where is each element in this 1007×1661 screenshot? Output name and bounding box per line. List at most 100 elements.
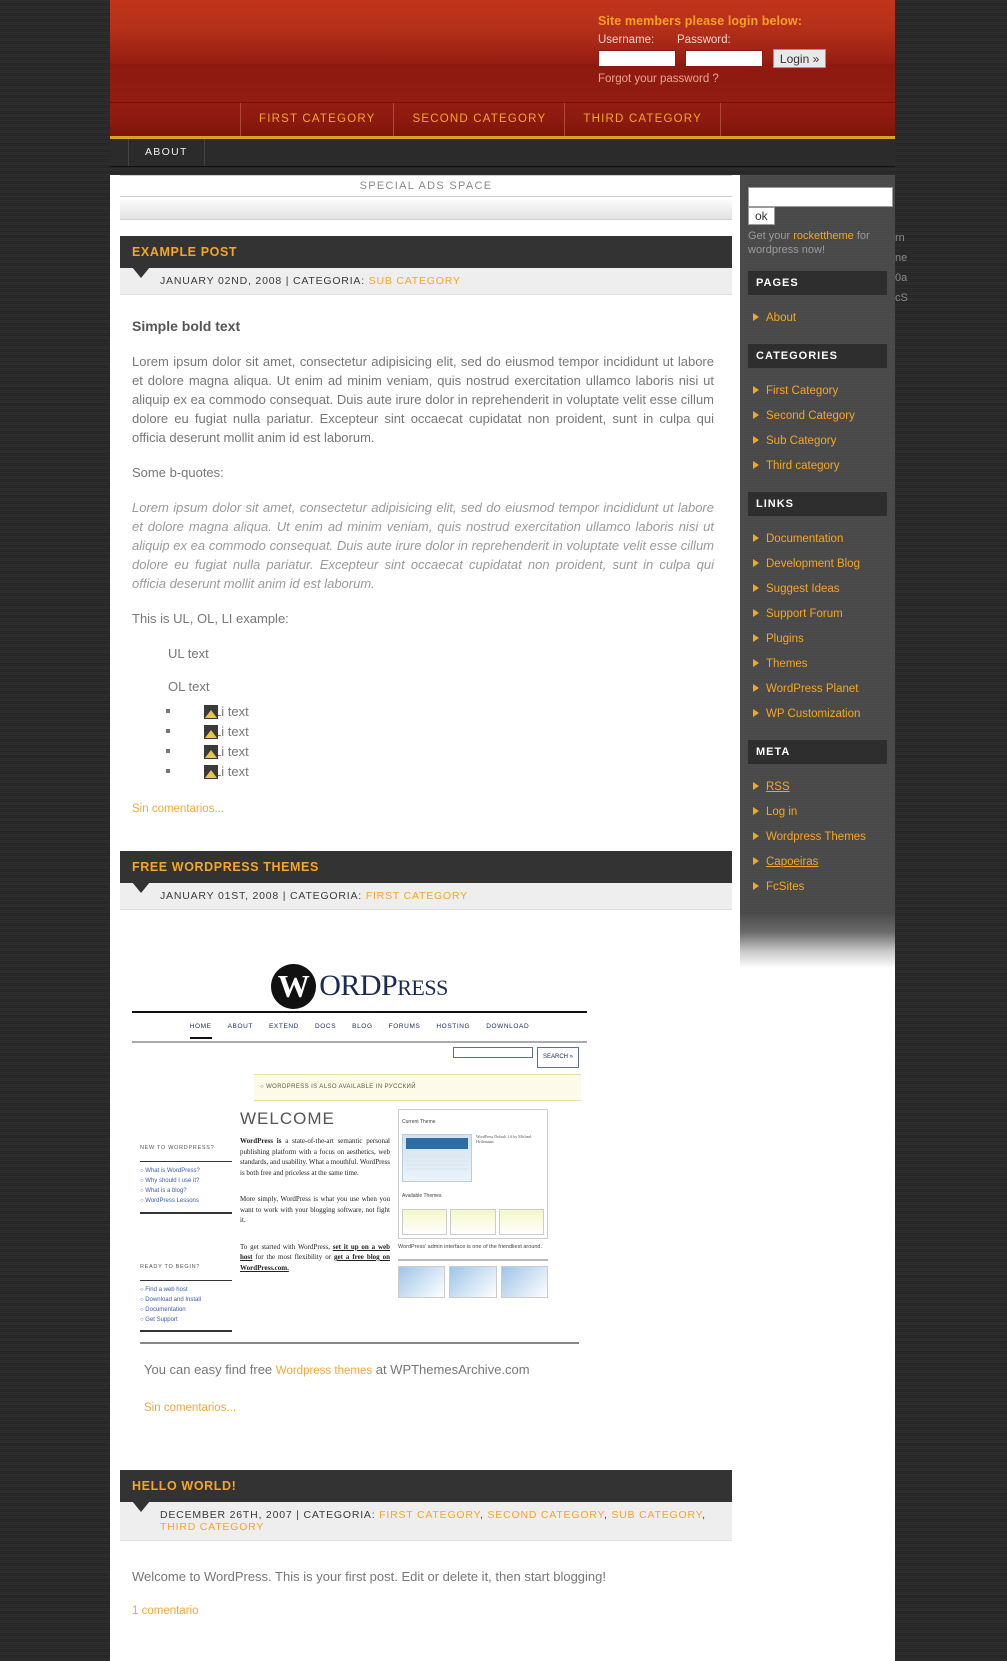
list-item: Li text bbox=[166, 742, 714, 762]
sidebar-link[interactable]: WordPress Planet bbox=[766, 683, 858, 695]
category-nav: FIRST CATEGORY SECOND CATEGORY THIRD CAT… bbox=[110, 103, 895, 139]
post-category-link[interactable]: THIRD CATEGORY bbox=[160, 1521, 264, 1533]
sidebar-item-second-category[interactable]: Second Category bbox=[748, 403, 887, 428]
sidebar-item-wordpress-themes[interactable]: Wordpress Themes bbox=[748, 824, 887, 849]
sidebar-link[interactable]: About bbox=[766, 312, 796, 324]
password-label: Password: bbox=[677, 34, 731, 46]
sidebar-item-wordpress-planet[interactable]: WordPress Planet bbox=[748, 676, 887, 701]
comments-link[interactable]: Sin comentarios... bbox=[144, 1399, 714, 1418]
sidebar-heading-meta: META bbox=[748, 740, 887, 764]
sidebar-item-plugins[interactable]: Plugins bbox=[748, 626, 887, 651]
sidebar-item-first-category[interactable]: First Category bbox=[748, 378, 887, 403]
wp-link: ○ Download and Install bbox=[140, 1297, 201, 1303]
cut-off-line: 0a bbox=[895, 272, 908, 284]
sidebar-link[interactable]: FcSites bbox=[766, 881, 804, 893]
forgot-password-link[interactable]: Forgot your password ? bbox=[598, 73, 853, 85]
sidebar-link[interactable]: RSS bbox=[766, 781, 790, 793]
rockettheme-link[interactable]: rockettheme bbox=[793, 230, 854, 242]
sidebar-link[interactable]: Second Category bbox=[766, 410, 855, 422]
wp-main-column: WELCOME WordPress is a state-of-the-art … bbox=[240, 1109, 390, 1332]
sidebar-link[interactable]: Capoeiras bbox=[766, 856, 818, 868]
sidebar-link[interactable]: Third category bbox=[766, 460, 840, 472]
post-body: W ORDPRESS HOME ABOUT EXTEND DOCS BLOG F… bbox=[120, 910, 732, 1418]
sidebar-search: ok bbox=[748, 175, 893, 225]
sidebar-item-log-in[interactable]: Log in bbox=[748, 799, 887, 824]
wp-link: ○ Find a web host bbox=[140, 1287, 188, 1293]
broken-image-icon bbox=[204, 725, 218, 739]
wp-nav-extend: EXTEND bbox=[269, 1023, 299, 1030]
wp-theme-thumbs bbox=[402, 1209, 544, 1235]
sidebar-link[interactable]: Plugins bbox=[766, 633, 804, 645]
sidebar-link[interactable]: First Category bbox=[766, 385, 838, 397]
sidebar-item-rss[interactable]: RSS bbox=[748, 774, 887, 799]
password-input[interactable] bbox=[685, 50, 764, 67]
main-content: SPECIAL ADS SPACE EXAMPLE POST JANUARY 0… bbox=[110, 175, 740, 1661]
search-input[interactable] bbox=[748, 187, 893, 207]
wp-search-button: SEARCH » bbox=[536, 1047, 579, 1068]
wp-available-themes-title: Available Themes bbox=[402, 1193, 442, 1199]
cut-off-column: rn ne 0a cS bbox=[895, 228, 1007, 328]
post-body: Welcome to WordPress. This is your first… bbox=[120, 1541, 732, 1621]
sidebar-item-third-category[interactable]: Third category bbox=[748, 453, 887, 478]
wp-theme-bar bbox=[406, 1138, 468, 1149]
nav-item-first-category[interactable]: FIRST CATEGORY bbox=[240, 103, 395, 136]
post-category-link[interactable]: SECOND CATEGORY bbox=[487, 1509, 603, 1521]
wordmark-ord: ORD bbox=[319, 969, 382, 1002]
login-box: Site members please login below: Usernam… bbox=[598, 14, 853, 85]
sidebar-item-themes[interactable]: Themes bbox=[748, 651, 887, 676]
sidebar-item-support-forum[interactable]: Support Forum bbox=[748, 601, 887, 626]
sidebar-link[interactable]: Development Blog bbox=[766, 558, 860, 570]
sidebar-link[interactable]: Suggest Ideas bbox=[766, 583, 840, 595]
wp-nav-blog: BLOG bbox=[352, 1023, 373, 1030]
sidebar-item-capoeiras[interactable]: Capoeiras bbox=[748, 849, 887, 874]
sidebar-item-suggest-ideas[interactable]: Suggest Ideas bbox=[748, 576, 887, 601]
post-paragraph: Welcome to WordPress. This is your first… bbox=[132, 1569, 606, 1584]
sidebar-link[interactable]: Log in bbox=[766, 806, 797, 818]
post-meta-prefix: | CATEGORIA: bbox=[296, 1509, 376, 1521]
sidebar-link[interactable]: Wordpress Themes bbox=[766, 831, 866, 843]
wp-nav-home: HOME bbox=[189, 1017, 212, 1039]
wp-welcome-heading: WELCOME bbox=[240, 1109, 335, 1128]
sidebar-item-sub-category[interactable]: Sub Category bbox=[748, 428, 887, 453]
sidebar-link[interactable]: Sub Category bbox=[766, 435, 836, 447]
username-input[interactable] bbox=[598, 50, 676, 67]
sidebar-item-development-blog[interactable]: Development Blog bbox=[748, 551, 887, 576]
post-category-link[interactable]: SUB CATEGORY bbox=[369, 275, 461, 287]
comments-link[interactable]: 1 comentario bbox=[132, 1602, 714, 1621]
wp-nav-forums: FORUMS bbox=[388, 1023, 421, 1030]
nav-item-second-category[interactable]: SECOND CATEGORY bbox=[394, 103, 566, 136]
wp-paragraph-1: WordPress is a state-of-the-art semantic… bbox=[240, 1136, 390, 1178]
username-label: Username: bbox=[598, 34, 655, 46]
post-category-link[interactable]: FIRST CATEGORY bbox=[379, 1509, 480, 1521]
nav-item-third-category[interactable]: THIRD CATEGORY bbox=[565, 103, 721, 136]
wordmark-p: P bbox=[381, 969, 398, 1002]
wordpress-themes-link[interactable]: Wordpress themes bbox=[276, 1365, 372, 1377]
list-item: Li text bbox=[166, 722, 714, 742]
login-title: Site members please login below: bbox=[598, 14, 802, 28]
search-ok-button[interactable]: ok bbox=[748, 207, 775, 225]
sidebar-link[interactable]: Support Forum bbox=[766, 608, 843, 620]
post-category-link[interactable]: FIRST CATEGORY bbox=[366, 890, 468, 902]
sidebar-item-documentation[interactable]: Documentation bbox=[748, 526, 887, 551]
post-date: JANUARY 02ND, 2008 bbox=[160, 275, 282, 287]
sidebar-item-about[interactable]: About bbox=[748, 305, 887, 330]
wordpress-logo: W ORDPRESS bbox=[132, 960, 587, 1009]
login-button[interactable]: Login » bbox=[772, 49, 827, 68]
sidebar-list-pages: About bbox=[748, 305, 887, 330]
post-hello-world: HELLO WORLD! DECEMBER 26TH, 2007 | CATEG… bbox=[120, 1470, 732, 1621]
post-category-link[interactable]: SUB CATEGORY bbox=[611, 1509, 702, 1521]
post-title[interactable]: FREE WORDPRESS THEMES bbox=[120, 851, 732, 883]
sidebar-link[interactable]: Themes bbox=[766, 658, 808, 670]
wp-caption: WordPress' admin interface is one of the… bbox=[398, 1244, 543, 1250]
sidebar-link[interactable]: Documentation bbox=[766, 533, 843, 545]
comments-link[interactable]: Sin comentarios... bbox=[132, 800, 714, 819]
nav-item-about[interactable]: ABOUT bbox=[129, 139, 205, 166]
quote-intro: Some b-quotes: bbox=[132, 465, 224, 480]
post-title[interactable]: HELLO WORLD! bbox=[120, 1470, 732, 1502]
sidebar-link[interactable]: WP Customization bbox=[766, 708, 860, 720]
list-item: Li text bbox=[166, 702, 714, 722]
sidebar-item-fcsites[interactable]: FcSites bbox=[748, 874, 887, 899]
post-title[interactable]: EXAMPLE POST bbox=[120, 236, 732, 268]
sidebar-item-wp-customization[interactable]: WP Customization bbox=[748, 701, 887, 726]
post-heading: Simple bold text bbox=[132, 318, 241, 334]
